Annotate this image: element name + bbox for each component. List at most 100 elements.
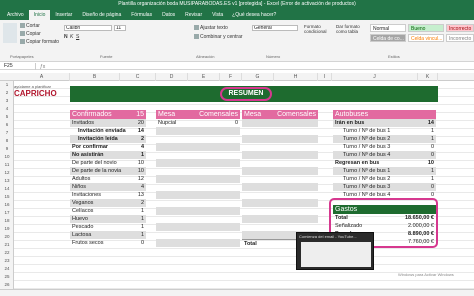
- mesa-row: [156, 215, 240, 223]
- confirmados-label: Celíacos: [72, 208, 94, 214]
- tab-diseno[interactable]: Diseño de página: [77, 10, 126, 20]
- style-good[interactable]: Bueno: [408, 24, 444, 32]
- row-header[interactable]: 9: [0, 145, 14, 153]
- tab-vista[interactable]: Vista: [207, 10, 228, 20]
- autobus-value: 1: [430, 168, 434, 174]
- autobus-label: Regresan en bus: [335, 160, 380, 166]
- row-header[interactable]: 20: [0, 233, 14, 241]
- mesas-table-1: Mesa Comensales Nupcial 0: [156, 110, 240, 247]
- col-f[interactable]: F: [220, 73, 242, 81]
- name-box[interactable]: F25: [2, 63, 36, 70]
- conditional-format-button[interactable]: Formato condicional: [304, 24, 334, 34]
- mesa-row: [242, 183, 318, 191]
- row-header[interactable]: 5: [0, 113, 14, 121]
- row-header[interactable]: 21: [0, 241, 14, 249]
- copy-button[interactable]: Copiar: [20, 31, 41, 37]
- taskbar-thumbnail[interactable]: Comienza del email - YouTube...: [296, 232, 374, 270]
- confirmados-value: 4: [140, 184, 144, 190]
- italic-button[interactable]: K: [70, 34, 73, 40]
- format-painter-button[interactable]: Copiar formato: [20, 39, 59, 45]
- tab-revisar[interactable]: Revisar: [180, 10, 207, 20]
- group-clipboard: Portapapeles: [10, 54, 34, 59]
- row-header[interactable]: 18: [0, 217, 14, 225]
- confirmados-value: 20: [137, 120, 144, 126]
- logo: ayúdame a planificar CAPRICHO: [14, 84, 57, 98]
- tab-datos[interactable]: Datos: [157, 10, 180, 20]
- confirmados-row: Celíacos 1: [70, 207, 146, 215]
- row-header[interactable]: 14: [0, 185, 14, 193]
- mesa-row: [242, 135, 318, 143]
- col-b[interactable]: B: [70, 73, 120, 81]
- col-e[interactable]: E: [188, 73, 220, 81]
- font-size-select[interactable]: 11: [114, 25, 126, 31]
- confirmados-value: 14: [137, 128, 144, 134]
- row-header[interactable]: 2: [0, 89, 14, 97]
- row-header[interactable]: 3: [0, 97, 14, 105]
- gasto-value: 2.000,00 €: [408, 223, 434, 229]
- row-header[interactable]: 15: [0, 193, 14, 201]
- row-header[interactable]: 24: [0, 265, 14, 273]
- row-header[interactable]: 19: [0, 225, 14, 233]
- style-bad[interactable]: Incorrecto: [446, 24, 474, 32]
- mesa-row: [242, 159, 318, 167]
- col-c[interactable]: C: [120, 73, 156, 81]
- row-header[interactable]: 16: [0, 201, 14, 209]
- style-linked-cell[interactable]: Celda vincul...: [408, 34, 444, 42]
- col-h[interactable]: H: [274, 73, 318, 81]
- style-normal[interactable]: Normal: [370, 24, 406, 32]
- underline-button[interactable]: S: [76, 34, 79, 40]
- mesa-row: [156, 135, 240, 143]
- col-i[interactable]: I: [318, 73, 332, 81]
- row-header[interactable]: 26: [0, 281, 14, 289]
- row-header[interactable]: 25: [0, 273, 14, 281]
- wrap-icon: [194, 25, 199, 31]
- row-header[interactable]: 8: [0, 137, 14, 145]
- mesa-row: [156, 231, 240, 239]
- mesa-row: [156, 151, 240, 159]
- row-header[interactable]: 13: [0, 177, 14, 185]
- font-select[interactable]: Calibri: [64, 25, 112, 31]
- format-table-button[interactable]: Dar formato como tabla: [336, 24, 368, 34]
- style-check-cell[interactable]: Celda de co...: [370, 34, 406, 42]
- autobus-row: Turno / Nº de bus 2 1: [333, 175, 436, 183]
- col-k[interactable]: K: [418, 73, 438, 81]
- tab-formulas[interactable]: Fórmulas: [126, 10, 157, 20]
- row-header[interactable]: 4: [0, 105, 14, 113]
- fx-icon[interactable]: ƒx: [40, 64, 45, 70]
- col-d[interactable]: D: [156, 73, 188, 81]
- cut-button[interactable]: Cortar: [20, 23, 40, 29]
- paste-icon[interactable]: [3, 23, 17, 43]
- number-format-select[interactable]: General: [252, 25, 298, 31]
- confirmados-row: De parte del novio 10: [70, 159, 146, 167]
- col-j[interactable]: J: [332, 73, 418, 81]
- bold-button[interactable]: N: [64, 34, 68, 40]
- tab-inicio[interactable]: Inicio: [28, 10, 51, 20]
- col-a[interactable]: A: [14, 73, 70, 81]
- style-bad-2[interactable]: Incorrecto: [446, 34, 474, 42]
- confirmados-label: Niños: [72, 184, 87, 190]
- row-header[interactable]: 17: [0, 209, 14, 217]
- row-header[interactable]: 7: [0, 129, 14, 137]
- gasto-value: 18.650,00 €: [404, 215, 434, 221]
- col-g[interactable]: G: [242, 73, 274, 81]
- group-alignment: Alineación: [196, 54, 215, 59]
- mesa-row: [242, 199, 318, 207]
- tell-me-search[interactable]: ¿Qué desea hacer?: [228, 10, 276, 20]
- gasto-label: Señalizado: [335, 223, 363, 229]
- wrap-text-button[interactable]: Ajustar texto: [194, 25, 228, 31]
- tab-insertar[interactable]: Insertar: [50, 10, 77, 20]
- tab-archivo[interactable]: Archivo: [2, 10, 29, 20]
- confirmados-row: No asistirán 1: [70, 151, 146, 159]
- confirmados-row: De parte de la novia 10: [70, 167, 146, 175]
- row-header[interactable]: 10: [0, 153, 14, 161]
- row-header[interactable]: 22: [0, 249, 14, 257]
- confirmados-label: De parte de la novia: [72, 168, 122, 174]
- row-header[interactable]: 23: [0, 257, 14, 265]
- row-header[interactable]: 6: [0, 121, 14, 129]
- merge-center-button[interactable]: Combinar y centrar: [194, 34, 243, 40]
- row-header[interactable]: 1: [0, 81, 14, 89]
- row-header[interactable]: 12: [0, 169, 14, 177]
- row-header[interactable]: 11: [0, 161, 14, 169]
- thumbnail-preview: [301, 242, 371, 267]
- confirmados-value: 10: [137, 160, 144, 166]
